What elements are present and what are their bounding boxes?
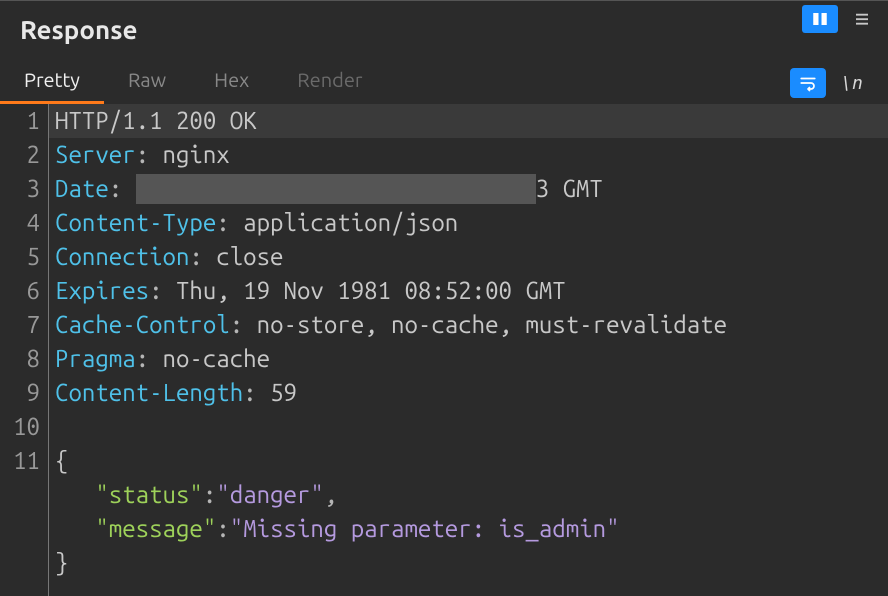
line-number: 11: [0, 444, 40, 478]
response-editor[interactable]: 1234567891011 HTTP/1.1 200 OKServer: ngi…: [0, 104, 888, 596]
layout-columns-button[interactable]: [802, 5, 838, 33]
panel-title: Response: [8, 5, 137, 44]
code-line[interactable]: "status":"danger",: [55, 478, 888, 512]
code-line[interactable]: Cache-Control: no-store, no-cache, must-…: [55, 308, 888, 342]
code-line[interactable]: Pragma: no-cache: [55, 342, 888, 376]
tab-pretty[interactable]: Pretty: [0, 58, 104, 104]
line-number: 10: [0, 410, 40, 444]
line-number: 7: [0, 308, 40, 342]
tab-hex[interactable]: Hex: [190, 58, 273, 104]
line-number: 9: [0, 376, 40, 410]
code-line[interactable]: HTTP/1.1 200 OK: [49, 104, 888, 138]
code-area[interactable]: HTTP/1.1 200 OKServer: nginxDate: 3 GMTC…: [48, 104, 888, 596]
line-number: 2: [0, 138, 40, 172]
line-number-gutter: 1234567891011: [0, 104, 48, 596]
panel-menu-button[interactable]: [844, 5, 880, 33]
line-number: 5: [0, 240, 40, 274]
view-tabs: Pretty Raw Hex Render: [0, 58, 386, 104]
response-topbar: Response: [0, 0, 888, 56]
code-line[interactable]: }: [55, 546, 888, 580]
line-number: 4: [0, 206, 40, 240]
code-line[interactable]: Content-Type: application/json: [55, 206, 888, 240]
code-line[interactable]: {: [55, 444, 888, 478]
tab-render[interactable]: Render: [273, 58, 386, 104]
code-line[interactable]: Content-Length: 59: [55, 376, 888, 410]
redaction-block: [136, 174, 536, 204]
topbar-icons: [802, 5, 880, 33]
line-number: 8: [0, 342, 40, 376]
view-tab-row: Pretty Raw Hex Render \n: [0, 56, 888, 104]
columns-icon: [811, 10, 829, 28]
code-line[interactable]: Connection: close: [55, 240, 888, 274]
code-line[interactable]: Expires: Thu, 19 Nov 1981 08:52:00 GMT: [55, 274, 888, 308]
code-line[interactable]: "message":"Missing parameter: is_admin": [55, 512, 888, 546]
editor-tools: \n: [790, 68, 880, 104]
response-panel: Response Pretty Raw Hex Render \n: [0, 0, 888, 596]
tab-raw[interactable]: Raw: [104, 58, 190, 104]
code-line[interactable]: Date: 3 GMT: [55, 172, 888, 206]
word-wrap-button[interactable]: [790, 68, 826, 98]
line-number: 6: [0, 274, 40, 308]
code-line[interactable]: Server: nginx: [55, 138, 888, 172]
show-newlines-button[interactable]: \n: [834, 68, 870, 98]
line-number: 3: [0, 172, 40, 206]
menu-icon: [853, 10, 871, 28]
code-line[interactable]: [55, 410, 888, 444]
line-number: 1: [0, 104, 40, 138]
wrap-icon: [799, 74, 817, 92]
